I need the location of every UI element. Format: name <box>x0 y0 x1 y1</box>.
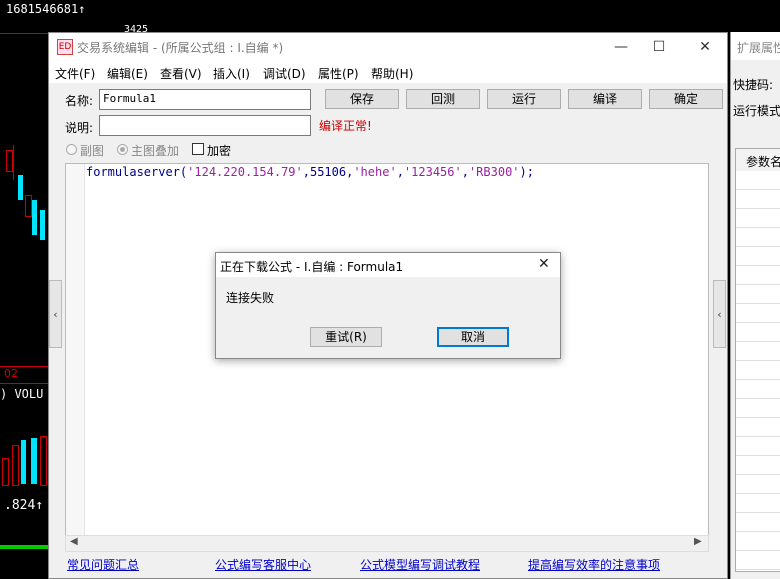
candle <box>18 175 23 200</box>
title-bar[interactable]: ED 交易系统编辑 - (所属公式组 : I.自编 *) — ☐ ✕ <box>49 33 727 61</box>
series-label: 02 <box>4 367 18 380</box>
top-value: 1681546681↑ <box>6 2 86 16</box>
faq-link[interactable]: 常见问题汇总 <box>67 556 139 573</box>
menu-properties[interactable]: 属性(P) <box>318 65 359 82</box>
right-collapse-tab[interactable]: ‹ <box>713 280 726 348</box>
candle <box>6 150 13 172</box>
editor-gutter <box>66 164 85 535</box>
volume-bar <box>2 458 9 486</box>
menu-help[interactable]: 帮助(H) <box>371 65 413 82</box>
candle <box>32 200 37 235</box>
scroll-right-icon[interactable]: ▶ <box>694 536 702 547</box>
extended-properties-panel: 扩展属性 快捷码: 运行模式 参数名 <box>730 32 780 579</box>
main-overlay-radio[interactable] <box>117 144 128 155</box>
download-dialog: 正在下载公式 - I.自编 : Formula1 ✕ 连接失败 重试(R) 取消 <box>215 252 561 359</box>
panel-titlebar: 扩展属性 <box>731 32 780 60</box>
encrypt-checkbox[interactable] <box>192 143 204 155</box>
param-table[interactable]: 参数名 <box>735 148 780 572</box>
bottom-value: .824↑ <box>4 498 44 513</box>
minimize-icon[interactable]: — <box>611 37 631 57</box>
dialog-titlebar[interactable]: 正在下载公式 - I.自编 : Formula1 ✕ <box>216 253 560 277</box>
volume-bar <box>31 438 37 484</box>
name-label: 名称: <box>65 94 94 108</box>
volume-bar <box>21 440 26 484</box>
param-rows <box>736 171 780 571</box>
compile-button[interactable]: 编译 <box>568 89 642 109</box>
save-button[interactable]: 保存 <box>325 89 399 109</box>
volume-bar <box>12 445 19 486</box>
chart-gridline <box>0 383 48 384</box>
menu-debug[interactable]: 调试(D) <box>263 65 306 82</box>
param-header: 参数名 <box>746 155 780 169</box>
run-button[interactable]: 运行 <box>487 89 561 109</box>
param-table-header: 参数名 <box>736 149 780 172</box>
tutorial-link[interactable]: 公式模型编写调试教程 <box>360 556 480 573</box>
efficiency-tips-link[interactable]: 提高编写效率的注意事项 <box>528 556 660 573</box>
volume-label: ) VOLU <box>0 387 44 401</box>
confirm-button[interactable]: 确定 <box>649 89 723 109</box>
menu-view[interactable]: 查看(V) <box>160 65 202 82</box>
support-center-link[interactable]: 公式编写客服中心 <box>215 556 311 573</box>
window-title: 交易系统编辑 - (所属公式组 : I.自编 *) <box>77 41 284 55</box>
maximize-icon[interactable]: ☐ <box>649 37 669 57</box>
left-collapse-tab[interactable]: ‹ <box>49 280 62 348</box>
close-icon[interactable]: ✕ <box>695 37 715 57</box>
app-icon: ED <box>57 39 73 55</box>
run-mode-label: 运行模式 <box>733 104 780 118</box>
candle <box>25 195 32 217</box>
description-label: 说明: <box>65 121 94 135</box>
radio-dot <box>120 147 125 152</box>
encrypt-label: 加密 <box>207 144 232 158</box>
scroll-left-icon[interactable]: ◀ <box>70 536 78 547</box>
main-overlay-label: 主图叠加 <box>131 144 180 158</box>
volume-bar <box>40 436 47 486</box>
sub-chart-label: 副图 <box>80 144 105 158</box>
code-line: formulaserver('124.220.154.79',55106,'he… <box>86 165 534 179</box>
horizontal-scrollbar[interactable]: ◀ ▶ <box>65 535 709 552</box>
panel-title: 扩展属性 <box>737 41 780 55</box>
chart-gridline <box>0 33 48 34</box>
dialog-close-icon[interactable]: ✕ <box>538 256 550 272</box>
compile-status: 编译正常! <box>319 119 372 133</box>
menu-bar: 文件(F) 编辑(E) 查看(V) 插入(I) 调试(D) 属性(P) 帮助(H… <box>49 61 727 83</box>
menu-file[interactable]: 文件(F) <box>55 65 95 82</box>
description-input[interactable] <box>99 115 311 136</box>
backtest-button[interactable]: 回测 <box>406 89 480 109</box>
chart-green-line <box>0 545 48 549</box>
cancel-button[interactable]: 取消 <box>437 327 509 347</box>
candle <box>40 210 45 240</box>
candle-wick <box>13 145 14 180</box>
retry-button[interactable]: 重试(R) <box>310 327 382 347</box>
dialog-message: 连接失败 <box>226 291 275 305</box>
menu-insert[interactable]: 插入(I) <box>213 65 250 82</box>
name-input[interactable]: Formula1 <box>99 89 311 110</box>
menu-edit[interactable]: 编辑(E) <box>107 65 148 82</box>
dialog-title: 正在下载公式 - I.自编 : Formula1 <box>220 260 404 274</box>
sub-chart-radio[interactable] <box>66 144 77 155</box>
shortcut-label: 快捷码: <box>733 78 774 92</box>
